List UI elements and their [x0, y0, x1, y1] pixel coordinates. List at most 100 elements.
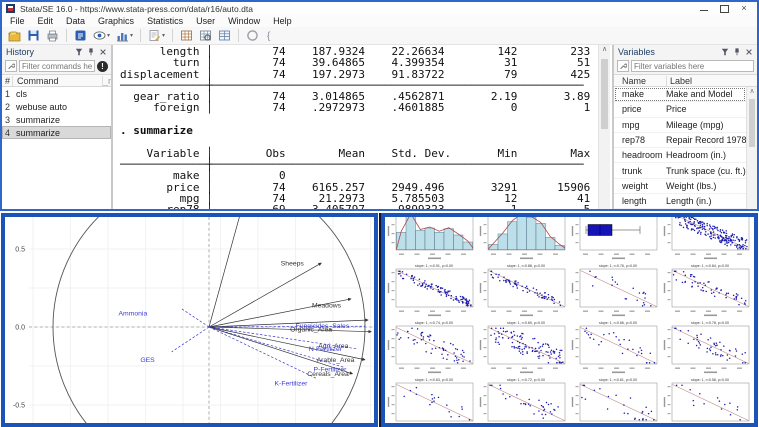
variables-col-name[interactable]: Name: [614, 76, 666, 86]
svg-text:slope: 1, r=0.72, p=0.00: slope: 1, r=0.72, p=0.00: [507, 378, 545, 382]
close-icon[interactable]: [745, 48, 753, 56]
variable-row[interactable]: price Price: [614, 102, 746, 118]
history-row[interactable]: 2 webuse auto: [2, 100, 111, 113]
variable-row[interactable]: make Make and Model: [614, 87, 746, 103]
variable-row[interactable]: mpg Mileage (mpg): [614, 118, 746, 133]
variables-manager-button[interactable]: [217, 28, 232, 43]
pin-icon[interactable]: [733, 47, 741, 56]
do-block-icon: {: [267, 31, 271, 42]
close-button[interactable]: ×: [739, 4, 749, 13]
do-editor-button[interactable]: ▾: [147, 28, 166, 43]
results-line: foreign │ 74 .2972973 .4601885 0 1: [120, 101, 591, 115]
variables-column-header: Name Label: [614, 74, 757, 87]
graph-dropdown-caret[interactable]: ▾: [130, 32, 133, 39]
svg-text:slope: 1, r=0.91, p=0.00: slope: 1, r=0.91, p=0.00: [415, 264, 453, 268]
toolbar-separator: [140, 29, 142, 42]
biplot-variable-label: Fungicides_Sales: [296, 323, 350, 330]
graph-icon: [117, 33, 129, 42]
scatter-matrix-panel: slope: 1, r=0.91, p=0.00 slope: 1, r=0.88…: [381, 213, 758, 427]
results-line: make │ 0: [120, 169, 286, 183]
variable-row[interactable]: trunk Trunk space (cu. ft.): [614, 163, 746, 179]
history-row-command: webuse auto: [16, 101, 68, 112]
data-browser-button[interactable]: [198, 28, 213, 43]
log-button[interactable]: [73, 28, 88, 43]
filter-icon[interactable]: [721, 48, 729, 56]
variable-row[interactable]: weight Weight (lbs.): [614, 179, 746, 195]
history-row[interactable]: 3 summarize: [2, 113, 111, 126]
menu-item-file[interactable]: File: [10, 16, 25, 26]
variable-label: Repair Record 1978: [666, 135, 746, 146]
menu-item-data[interactable]: Data: [66, 16, 85, 26]
window-title: Stata/SE 16.0 - https://www.stata-press.…: [20, 3, 253, 14]
biplot-variable-label: Meadows: [312, 303, 342, 310]
viewer-button[interactable]: ▾: [92, 28, 111, 43]
menu-item-graphics[interactable]: Graphics: [98, 16, 134, 26]
grid-cell-scatter-14: slope: 1, r=0.61, p=0.00: [571, 378, 658, 422]
variable-name: mpg: [622, 119, 640, 130]
menu-item-statistics[interactable]: Statistics: [147, 16, 183, 26]
filter-icon[interactable]: [75, 48, 83, 56]
history-panel-icons: [75, 47, 107, 56]
variable-row[interactable]: headroom Headroom (in.): [614, 148, 746, 164]
history-row-num: 4: [5, 127, 11, 138]
variable-label: Make and Model: [666, 89, 733, 100]
variable-row[interactable]: rep78 Repair Record 1978: [614, 133, 746, 149]
history-row[interactable]: 4 summarize: [2, 126, 111, 139]
variable-label: Weight (lbs.): [666, 180, 717, 191]
graph-button[interactable]: ▾: [115, 28, 134, 43]
grid-cell-hist-1: [479, 217, 566, 260]
more-button[interactable]: [245, 28, 260, 43]
biplot-variable-label: P-Fertilizer: [314, 366, 348, 373]
variable-name: rep78: [622, 135, 646, 146]
history-row-command: summarize: [16, 114, 61, 125]
grid-cell-scatter-11: slope: 1, r=0.78, p=0.00: [663, 321, 750, 374]
variable-name: trunk: [622, 165, 643, 176]
variable-row[interactable]: length Length (in.): [614, 194, 746, 209]
history-rows: 1 cls 2 webuse auto 3 summarize 4 summarize: [2, 87, 111, 209]
open-icon: [8, 31, 21, 42]
viewer-dropdown-caret[interactable]: ▾: [107, 32, 110, 39]
grid-cell-scatter-13: slope: 1, r=0.72, p=0.00: [479, 378, 566, 422]
alert-badge-icon[interactable]: !: [97, 60, 108, 72]
history-col-num[interactable]: #: [2, 76, 12, 86]
variables-col-label[interactable]: Label: [666, 75, 757, 86]
wrench-icon[interactable]: [5, 60, 17, 72]
data-editor-button[interactable]: [179, 28, 194, 43]
svg-text:0.5: 0.5: [15, 247, 25, 254]
close-icon[interactable]: [99, 48, 107, 56]
svg-text:{: {: [267, 31, 271, 42]
open-button[interactable]: [7, 28, 22, 43]
maximize-button[interactable]: [719, 4, 729, 13]
menu-item-window[interactable]: Window: [228, 16, 260, 26]
svg-text:slope: 1, r=0.66, p=0.00: slope: 1, r=0.66, p=0.00: [599, 321, 637, 325]
viewer-icon: [93, 31, 106, 40]
pin-icon[interactable]: [87, 47, 95, 56]
history-col-command[interactable]: Command: [12, 75, 102, 86]
variables-panel-title: Variables: [618, 46, 655, 57]
results-scrollbar[interactable]: ∧: [598, 45, 610, 209]
print-icon: [47, 30, 58, 42]
history-filter-input[interactable]: [19, 60, 95, 72]
variables-manager-icon: [219, 30, 230, 41]
do-block-button[interactable]: {: [264, 28, 279, 43]
print-button[interactable]: [45, 28, 60, 43]
svg-text:slope: 1, r=0.61, p=0.00: slope: 1, r=0.61, p=0.00: [599, 378, 637, 382]
biplot-variable-label: Sheeps: [281, 260, 305, 267]
wrench-icon[interactable]: [617, 60, 629, 72]
svg-text:slope: 1, r=0.78, p=0.00: slope: 1, r=0.78, p=0.00: [691, 321, 729, 325]
do-editor-dropdown-caret[interactable]: ▾: [162, 32, 165, 39]
history-row[interactable]: 1 cls: [2, 87, 111, 100]
variables-scrollbar[interactable]: ∧: [746, 87, 757, 209]
menu-item-edit[interactable]: Edit: [38, 16, 54, 26]
minimize-button[interactable]: [699, 4, 709, 13]
svg-text:0.0: 0.0: [15, 325, 25, 332]
variable-label: Headroom (in.): [666, 150, 727, 161]
save-button[interactable]: [26, 28, 41, 43]
variable-name: headroom: [622, 150, 663, 161]
variables-filter-input[interactable]: [631, 60, 754, 72]
window-body: History ! # Command: [2, 45, 757, 209]
menu-item-help[interactable]: Help: [273, 16, 292, 26]
history-col-rc[interactable]: _rc: [102, 75, 111, 86]
menu-item-user[interactable]: User: [196, 16, 215, 26]
biplot-variable-label: K-Fertilizer: [275, 381, 309, 388]
